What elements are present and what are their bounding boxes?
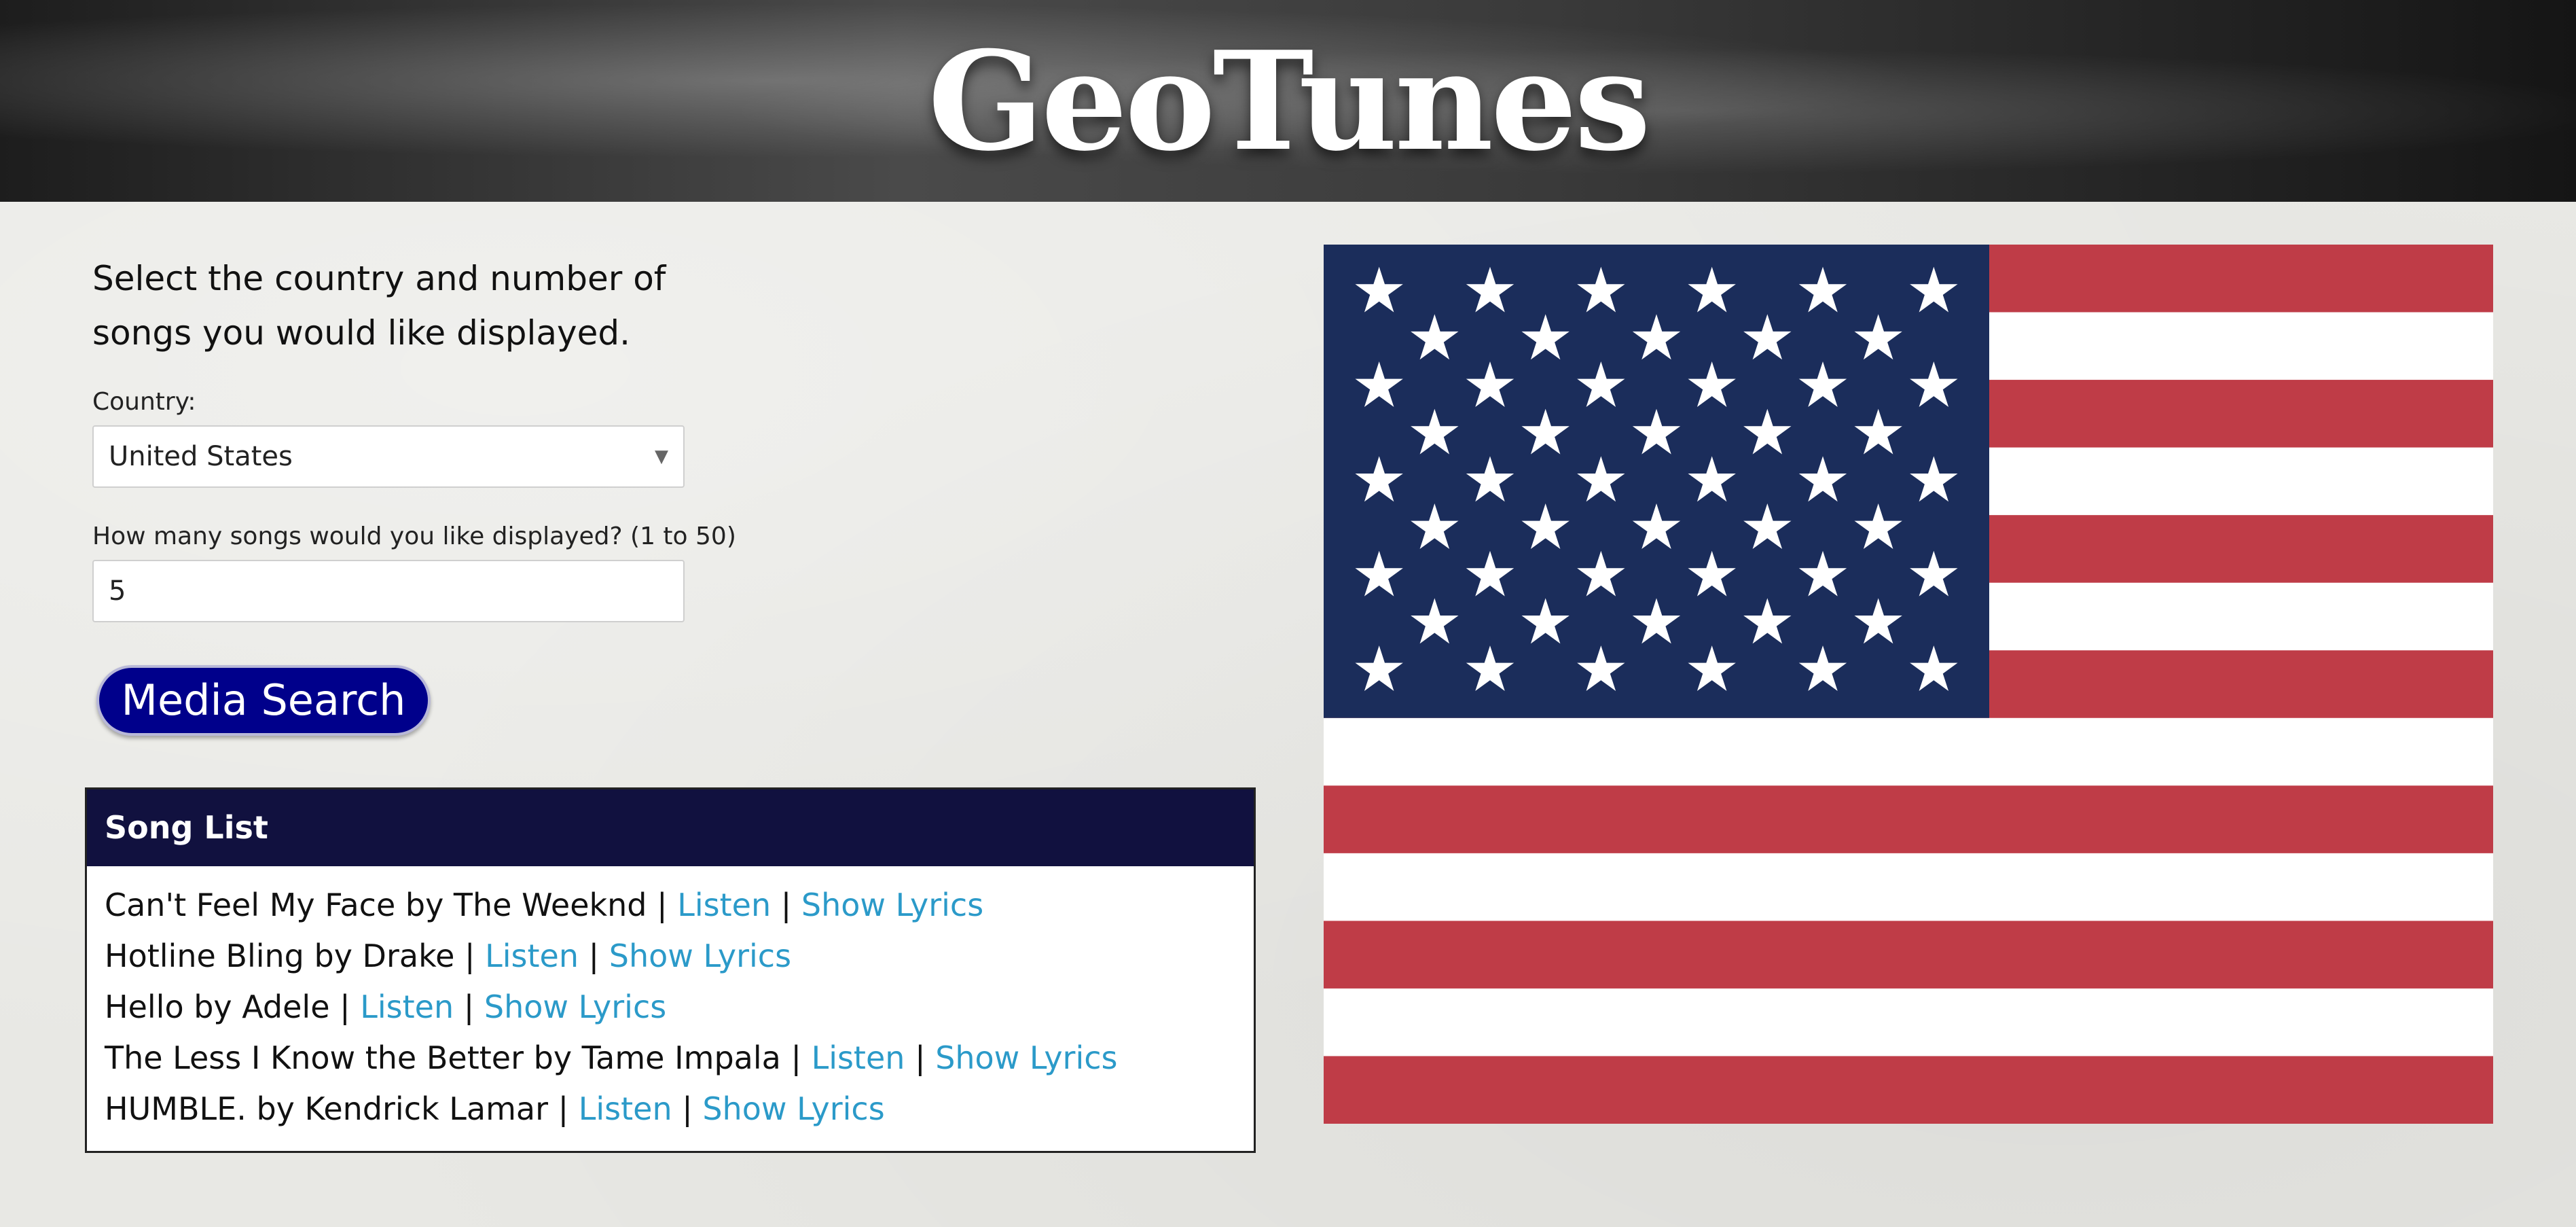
song-list: Can't Feel My Face by The Weeknd | Liste… bbox=[87, 866, 1254, 1135]
show-lyrics-link[interactable]: Show Lyrics bbox=[702, 1090, 884, 1127]
flag-red-stripe bbox=[1324, 921, 2493, 989]
flag-white-stripe bbox=[1324, 717, 2493, 786]
show-lyrics-link[interactable]: Show Lyrics bbox=[609, 938, 791, 974]
listen-link[interactable]: Listen bbox=[579, 1090, 672, 1127]
song-list-panel: Song List Can't Feel My Face by The Week… bbox=[85, 787, 1256, 1153]
show-lyrics-link[interactable]: Show Lyrics bbox=[935, 1039, 1117, 1076]
flag-red-stripe bbox=[1324, 785, 2493, 854]
separator: | bbox=[340, 989, 350, 1025]
song-title: HUMBLE. by Kendrick Lamar bbox=[105, 1090, 548, 1127]
search-form: Select the country and number of songs y… bbox=[92, 251, 839, 622]
separator: | bbox=[915, 1039, 926, 1076]
separator: | bbox=[588, 938, 600, 974]
show-lyrics-link[interactable]: Show Lyrics bbox=[484, 989, 666, 1025]
dropdown-arrow-icon: ▼ bbox=[655, 446, 668, 467]
separator: | bbox=[657, 887, 668, 923]
listen-link[interactable]: Listen bbox=[485, 938, 579, 974]
media-search-button[interactable]: Media Search bbox=[96, 665, 431, 736]
country-select-value: United States bbox=[109, 441, 293, 472]
separator: | bbox=[791, 1039, 801, 1076]
separator: | bbox=[780, 887, 792, 923]
song-list-item: HUMBLE. by Kendrick Lamar | Listen | Sho… bbox=[105, 1084, 1254, 1135]
country-select[interactable]: United States ▼ bbox=[92, 425, 685, 488]
song-list-title: Song List bbox=[87, 789, 1254, 866]
separator: | bbox=[558, 1090, 569, 1127]
country-flag bbox=[1324, 245, 2493, 1124]
song-title: Hotline Bling by Drake bbox=[105, 938, 455, 974]
site-title: GeoTunes bbox=[928, 22, 1651, 181]
listen-link[interactable]: Listen bbox=[812, 1039, 905, 1076]
song-list-item: Hello by Adele | Listen | Show Lyrics bbox=[105, 982, 1254, 1033]
instructions-text: Select the country and number of songs y… bbox=[92, 259, 666, 353]
song-title: Hello by Adele bbox=[105, 989, 330, 1025]
song-title: Can't Feel My Face by The Weeknd bbox=[105, 887, 647, 923]
separator: | bbox=[465, 938, 475, 974]
flag-white-stripe bbox=[1324, 988, 2493, 1056]
listen-link[interactable]: Listen bbox=[360, 989, 454, 1025]
song-title: The Less I Know the Better by Tame Impal… bbox=[105, 1039, 781, 1076]
page-header: GeoTunes bbox=[0, 0, 2576, 202]
flag-white-stripe bbox=[1324, 853, 2493, 921]
show-lyrics-link[interactable]: Show Lyrics bbox=[801, 887, 983, 923]
separator: | bbox=[463, 989, 475, 1025]
country-label: Country: bbox=[92, 388, 196, 416]
song-count-input[interactable]: 5 bbox=[92, 560, 685, 622]
song-list-item: Hotline Bling by Drake | Listen | Show L… bbox=[105, 931, 1254, 982]
song-count-label: How many songs would you like displayed?… bbox=[92, 522, 736, 550]
song-list-item: The Less I Know the Better by Tame Impal… bbox=[105, 1033, 1254, 1084]
song-list-item: Can't Feel My Face by The Weeknd | Liste… bbox=[105, 880, 1254, 931]
listen-link[interactable]: Listen bbox=[677, 887, 771, 923]
separator: | bbox=[682, 1090, 693, 1127]
flag-red-stripe bbox=[1324, 1056, 2493, 1124]
